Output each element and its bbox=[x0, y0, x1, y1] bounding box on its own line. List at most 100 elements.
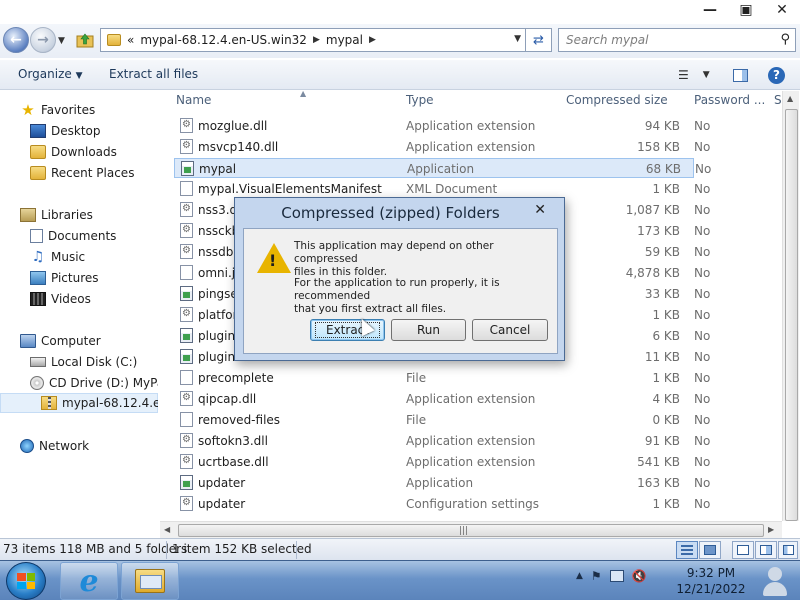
close-button[interactable]: ✕ bbox=[764, 0, 800, 20]
scroll-right-icon[interactable]: ▶ bbox=[768, 525, 774, 534]
horizontal-scroll-thumb[interactable]: ||| bbox=[178, 524, 764, 537]
table-row[interactable]: qipcap.dll Application extension 4 KB No bbox=[174, 389, 710, 409]
file-compressed-size: 94 KB bbox=[644, 119, 680, 133]
dll-file-icon bbox=[180, 391, 193, 406]
nav-videos[interactable]: Videos bbox=[30, 289, 91, 309]
breadcrumb-overflow[interactable]: « bbox=[127, 33, 134, 47]
extract-all-button[interactable]: Extract all files bbox=[109, 67, 198, 81]
caption-buttons: — ▣ ✕ bbox=[690, 0, 800, 22]
nav-libraries[interactable]: Libraries bbox=[20, 205, 93, 225]
file-password: No bbox=[694, 308, 711, 322]
nav-label: Recent Places bbox=[51, 166, 135, 180]
nav-music[interactable]: ♫ Music bbox=[30, 247, 85, 267]
maximize-button[interactable]: ▣ bbox=[728, 0, 764, 20]
minimize-button[interactable]: — bbox=[692, 0, 728, 20]
table-row[interactable]: mypal Application 68 KB No bbox=[174, 158, 711, 178]
nav-documents[interactable]: Documents bbox=[30, 226, 116, 246]
dll-file-icon bbox=[180, 118, 193, 133]
address-row: ← → ▼ « mypal-68.12.4.en-US.win32 ▶ mypa… bbox=[0, 24, 800, 58]
status-item-count: 73 items 118 MB and 5 folders bbox=[3, 542, 188, 556]
details-view-button[interactable] bbox=[676, 541, 698, 559]
thumbnail-view-icon bbox=[704, 545, 716, 555]
layout-button-2[interactable] bbox=[755, 541, 777, 559]
organize-button[interactable]: Organize ▼ bbox=[18, 67, 83, 81]
column-header-password[interactable]: Password ... bbox=[694, 93, 765, 113]
column-header-name[interactable]: Name ▲ bbox=[176, 91, 406, 113]
thumbnail-view-button[interactable] bbox=[699, 541, 721, 559]
horizontal-scrollbar[interactable]: ◀ ||| ▶ bbox=[160, 521, 782, 538]
cancel-button[interactable]: Cancel bbox=[472, 319, 548, 341]
nav-label: Libraries bbox=[41, 208, 93, 222]
scroll-left-icon[interactable]: ◀ bbox=[164, 525, 170, 534]
layout-button-3[interactable] bbox=[778, 541, 798, 559]
file-compressed-size: 59 KB bbox=[644, 245, 680, 259]
show-hidden-icons[interactable]: ▲ bbox=[576, 571, 583, 581]
table-row[interactable]: ucrtbase.dll Application extension 541 KB N… bbox=[174, 452, 710, 472]
help-button[interactable]: ? bbox=[768, 65, 785, 85]
preview-pane-button[interactable] bbox=[733, 65, 748, 85]
file-password: No bbox=[694, 329, 711, 343]
address-dropdown-icon[interactable]: ▼ bbox=[514, 34, 521, 44]
vertical-scroll-thumb[interactable] bbox=[785, 109, 798, 521]
change-view-button[interactable]: ☰ ▼ bbox=[678, 65, 710, 85]
nav-recent-places[interactable]: Recent Places bbox=[30, 163, 134, 183]
flag-icon[interactable]: ⚑ bbox=[591, 569, 602, 583]
nav-downloads[interactable]: Downloads bbox=[30, 142, 117, 162]
table-row[interactable]: mypal.VisualElementsManifest XML Document… bbox=[174, 179, 710, 199]
network-tray-icon[interactable] bbox=[609, 570, 624, 582]
nav-pictures[interactable]: Pictures bbox=[30, 268, 99, 288]
search-input[interactable]: Search mypal ⚲ bbox=[558, 28, 796, 52]
taskbar-internet-explorer[interactable]: e bbox=[60, 562, 118, 600]
column-header-compressed-size[interactable]: Compressed size bbox=[566, 93, 668, 113]
layout-icon bbox=[782, 545, 794, 555]
table-row[interactable]: updater Application 163 KB No bbox=[174, 473, 710, 493]
chevron-right-icon[interactable]: ▶ bbox=[313, 35, 320, 45]
forward-button[interactable]: → bbox=[30, 27, 56, 53]
dialog-message-line: that you first extract all files. bbox=[294, 303, 447, 315]
table-row[interactable]: updater Configuration settings 1 KB No bbox=[174, 494, 710, 514]
layout-button-1[interactable] bbox=[732, 541, 754, 559]
up-folder-icon[interactable] bbox=[76, 32, 94, 48]
back-button[interactable]: ← bbox=[3, 27, 29, 53]
table-row[interactable]: softokn3.dll Application extension 91 KB No bbox=[174, 431, 710, 451]
table-row[interactable]: msvcp140.dll Application extension 158 KB N… bbox=[174, 137, 710, 157]
file-password: No bbox=[694, 392, 711, 406]
nav-local-disk[interactable]: Local Disk (C:) bbox=[30, 352, 137, 372]
view-list-icon: ☰ bbox=[678, 68, 689, 82]
compressed-folders-dialog: Compressed (zipped) Folders ✕ ! This app… bbox=[234, 197, 565, 361]
run-button[interactable]: Run bbox=[391, 319, 466, 341]
address-bar[interactable]: « mypal-68.12.4.en-US.win32 ▶ mypal ▶ ▼ bbox=[100, 28, 526, 52]
taskbar-explorer[interactable] bbox=[121, 562, 179, 600]
search-icon[interactable]: ⚲ bbox=[780, 32, 790, 47]
table-row[interactable]: precomplete File 1 KB No bbox=[174, 368, 710, 388]
table-row[interactable]: removed-files File 0 KB No bbox=[174, 410, 710, 430]
volume-muted-icon[interactable]: 🔇 bbox=[632, 569, 647, 583]
history-dropdown[interactable]: ▼ bbox=[58, 36, 65, 46]
cd-drive-icon bbox=[30, 376, 44, 390]
videos-icon bbox=[30, 292, 46, 306]
table-row[interactable]: mozglue.dll Application extension 94 KB No bbox=[174, 116, 710, 136]
clock[interactable]: 9:32 PM 12/21/2022 bbox=[670, 565, 752, 597]
file-password: No bbox=[694, 119, 711, 133]
show-desktop-user-icon[interactable] bbox=[752, 562, 798, 600]
column-header-type[interactable]: Type bbox=[406, 93, 434, 113]
refresh-button[interactable]: ⇄ bbox=[526, 28, 552, 52]
nav-network[interactable]: Network bbox=[20, 436, 89, 456]
file-compressed-size: 1 KB bbox=[652, 182, 680, 196]
nav-zip-folder[interactable]: mypal-68.12.4.en- bbox=[0, 393, 158, 413]
breadcrumb-item-zip[interactable]: mypal-68.12.4.en-US.win32 bbox=[140, 33, 307, 47]
nav-cd-drive[interactable]: CD Drive (D:) MyPal6 bbox=[30, 373, 158, 393]
breadcrumb-item-mypal[interactable]: mypal bbox=[326, 33, 363, 47]
dialog-close-button[interactable]: ✕ bbox=[534, 202, 546, 218]
status-selection: 1 item 152 KB selected bbox=[172, 542, 312, 556]
file-compressed-size: 158 KB bbox=[637, 140, 680, 154]
chevron-right-icon[interactable]: ▶ bbox=[369, 35, 376, 45]
scroll-up-icon[interactable]: ▲ bbox=[787, 94, 793, 103]
file-compressed-size: 0 KB bbox=[652, 413, 680, 427]
nav-computer[interactable]: Computer bbox=[20, 331, 101, 351]
nav-desktop[interactable]: Desktop bbox=[30, 121, 101, 141]
start-button[interactable] bbox=[6, 562, 46, 600]
vertical-scrollbar[interactable]: ▲ bbox=[782, 91, 799, 521]
nav-favorites[interactable]: ★ Favorites bbox=[20, 100, 95, 120]
navigation-pane: ★ Favorites Desktop Downloads Recent Plac… bbox=[0, 91, 158, 538]
